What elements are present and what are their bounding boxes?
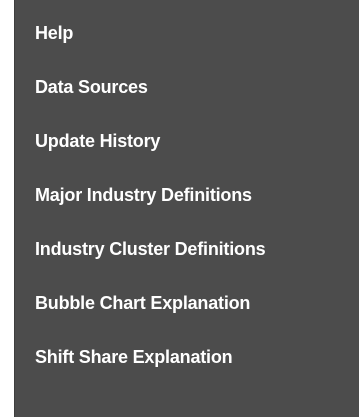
menu-list: Help Data Sources Update History Major I… <box>15 17 359 395</box>
menu-item-shift-share-explanation[interactable]: Shift Share Explanation <box>15 341 359 395</box>
help-dropdown-menu: Help Data Sources Update History Major I… <box>14 0 359 417</box>
menu-item-update-history[interactable]: Update History <box>15 125 359 179</box>
menu-item-industry-cluster-definitions[interactable]: Industry Cluster Definitions <box>15 233 359 287</box>
menu-item-major-industry-definitions[interactable]: Major Industry Definitions <box>15 179 359 233</box>
menu-item-data-sources[interactable]: Data Sources <box>15 71 359 125</box>
menu-item-bubble-chart-explanation[interactable]: Bubble Chart Explanation <box>15 287 359 341</box>
menu-item-help[interactable]: Help <box>15 17 359 71</box>
